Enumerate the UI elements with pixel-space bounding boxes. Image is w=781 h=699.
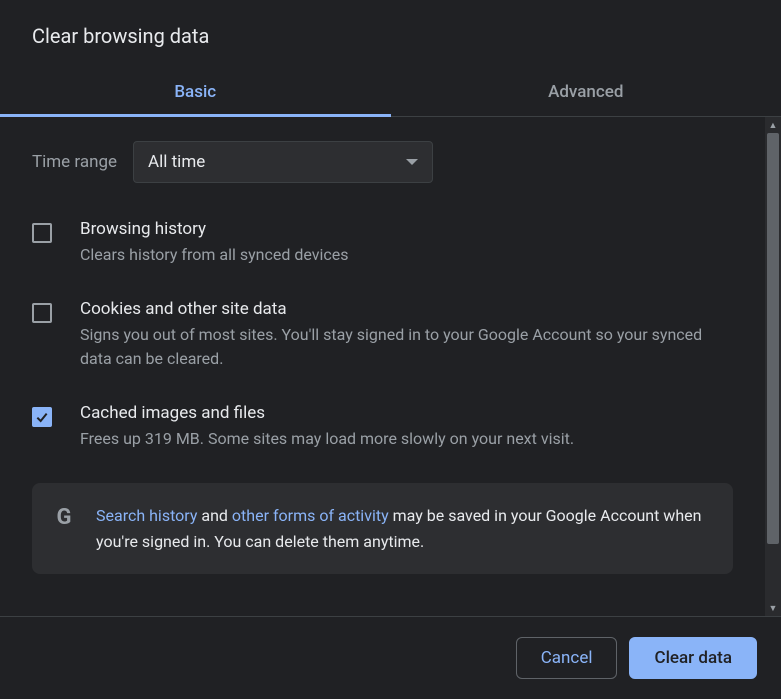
check-icon [34, 409, 50, 425]
scroll-down-icon[interactable]: ▼ [765, 600, 781, 616]
clear-data-button[interactable]: Clear data [629, 637, 757, 679]
option-title: Browsing history [80, 219, 733, 239]
checkbox-cached[interactable] [32, 407, 52, 427]
option-title: Cached images and files [80, 403, 733, 423]
link-search-history[interactable]: Search history [96, 506, 197, 525]
info-box: G Search history and other forms of acti… [32, 483, 733, 574]
scroll-thumb[interactable] [767, 133, 779, 544]
time-range-value: All time [148, 152, 205, 172]
tab-basic[interactable]: Basic [0, 68, 391, 116]
tab-advanced[interactable]: Advanced [391, 68, 781, 116]
clear-browsing-data-dialog: Clear browsing data Basic Advanced Time … [0, 0, 781, 699]
option-browsing-history: Browsing history Clears history from all… [32, 219, 733, 267]
scroll-up-icon[interactable]: ▲ [765, 117, 781, 133]
checkbox-browsing-history[interactable] [32, 223, 52, 243]
option-text: Browsing history Clears history from all… [80, 219, 733, 267]
option-text: Cached images and files Frees up 319 MB.… [80, 403, 733, 451]
footer: Cancel Clear data [0, 616, 781, 699]
time-range-label: Time range [32, 152, 117, 172]
scrollbar[interactable]: ▲ ▼ [765, 117, 781, 616]
option-text: Cookies and other site data Signs you ou… [80, 299, 733, 371]
google-icon: G [52, 505, 76, 529]
cancel-button[interactable]: Cancel [516, 637, 618, 679]
option-desc: Clears history from all synced devices [80, 243, 733, 267]
time-range-select[interactable]: All time [133, 141, 433, 183]
dialog-title: Clear browsing data [0, 0, 781, 68]
option-desc: Signs you out of most sites. You'll stay… [80, 323, 733, 371]
info-text: Search history and other forms of activi… [96, 503, 713, 554]
option-desc: Frees up 319 MB. Some sites may load mor… [80, 427, 733, 451]
option-cookies: Cookies and other site data Signs you ou… [32, 299, 733, 371]
option-cached: Cached images and files Frees up 319 MB.… [32, 403, 733, 451]
content-wrap: Time range All time Browsing history Cle… [0, 117, 781, 616]
chevron-down-icon [406, 159, 418, 165]
checkbox-cookies[interactable] [32, 303, 52, 323]
content: Time range All time Browsing history Cle… [0, 117, 765, 616]
scroll-track[interactable] [765, 133, 781, 600]
option-title: Cookies and other site data [80, 299, 733, 319]
link-other-activity[interactable]: other forms of activity [232, 506, 389, 525]
tabs: Basic Advanced [0, 68, 781, 117]
time-range-row: Time range All time [32, 141, 733, 183]
